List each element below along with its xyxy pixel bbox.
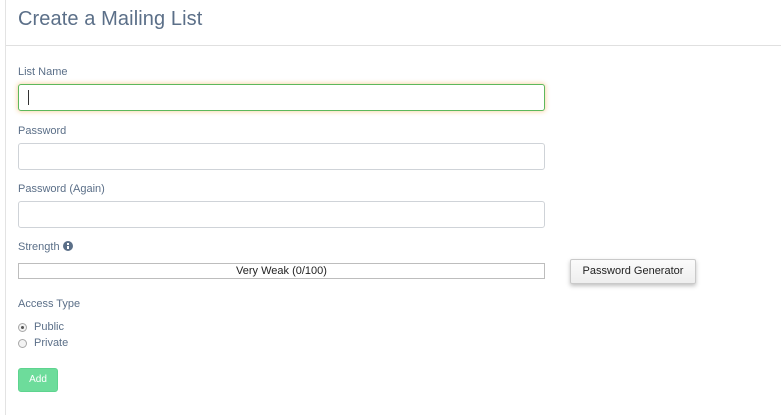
list-name-label: List Name (18, 66, 68, 78)
public-radio[interactable] (18, 323, 27, 332)
list-name-input[interactable] (18, 84, 545, 111)
password-generator-button[interactable]: Password Generator (570, 259, 696, 284)
password-again-label: Password (Again) (18, 183, 105, 195)
text-cursor (28, 90, 29, 105)
password-again-input[interactable] (18, 201, 545, 228)
strength-meter-text: Very Weak (0/100) (236, 265, 327, 277)
password-input[interactable] (18, 143, 545, 170)
page-title: Create a Mailing List (18, 8, 203, 30)
create-mailing-list-page: Create a Mailing List List Name Password… (0, 0, 781, 415)
title-divider (6, 45, 781, 46)
add-button[interactable]: Add (18, 368, 58, 392)
private-radio-label[interactable]: Private (34, 337, 68, 349)
password-label: Password (18, 125, 67, 137)
strength-label: Strength (18, 241, 60, 253)
private-radio[interactable] (18, 339, 27, 348)
info-circle-icon[interactable] (63, 241, 73, 251)
access-type-label: Access Type (18, 298, 81, 310)
strength-meter: Very Weak (0/100) (18, 263, 545, 279)
public-radio-label[interactable]: Public (34, 321, 64, 333)
left-border (5, 0, 6, 415)
